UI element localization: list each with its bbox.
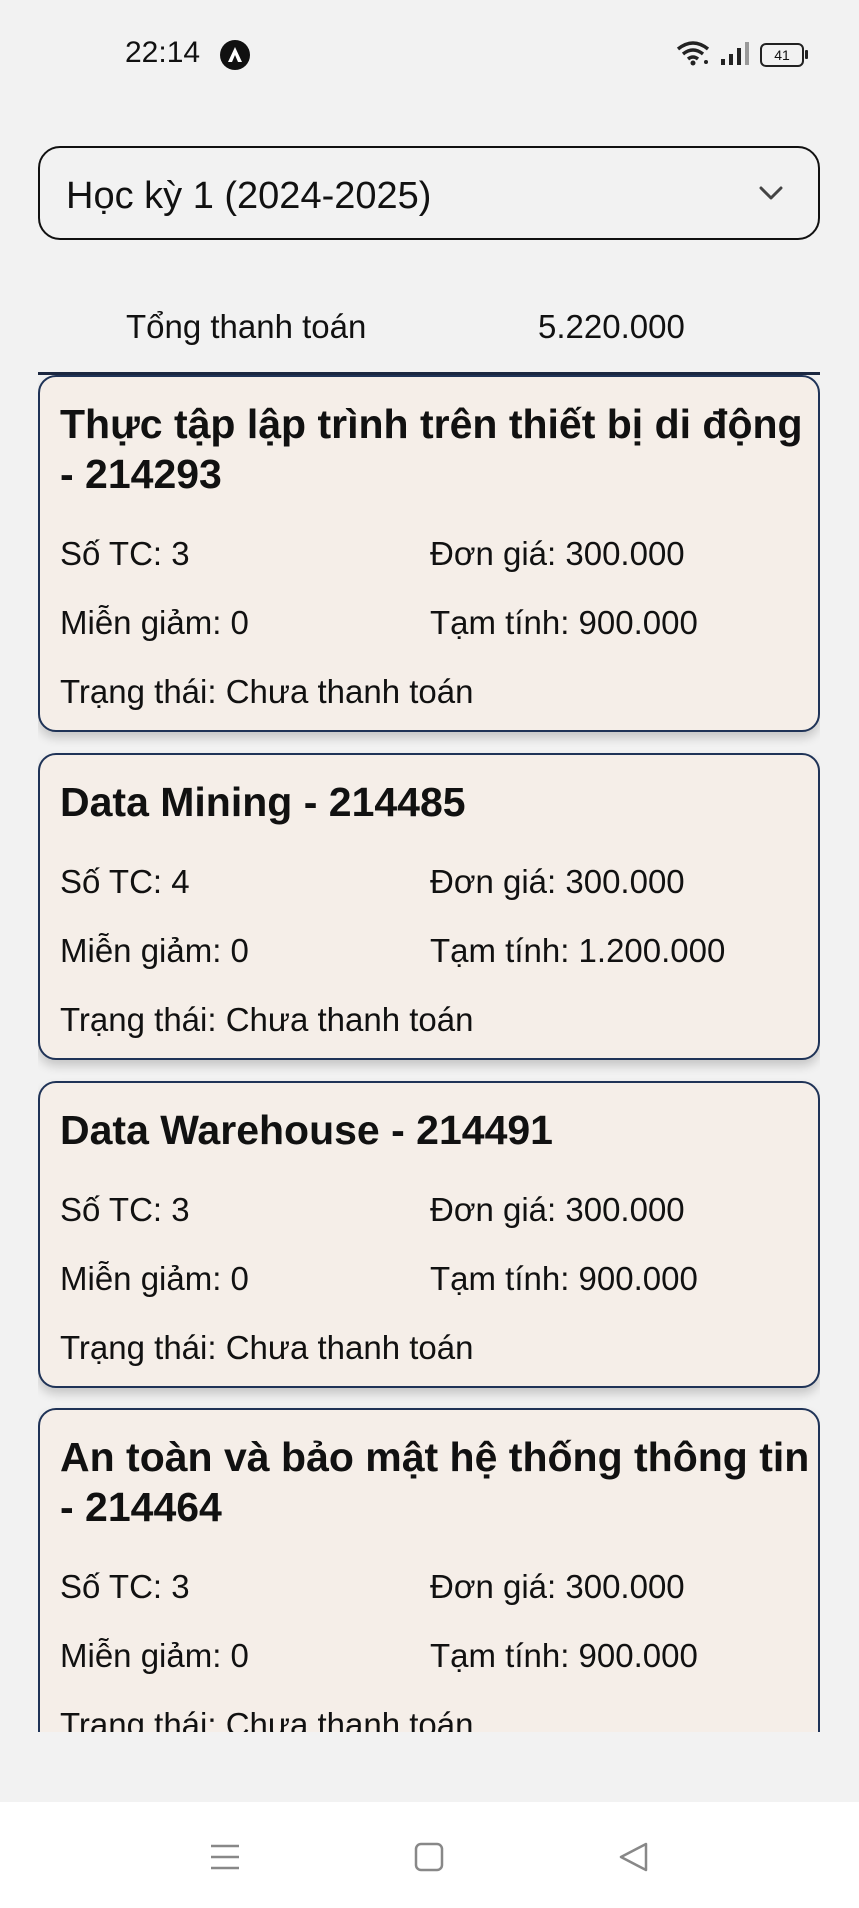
course-status: Trạng thái: Chưa thanh toán — [60, 1329, 474, 1366]
course-unit-price: Đơn giá: 300.000 — [430, 535, 685, 572]
course-unit-price: Đơn giá: 300.000 — [430, 1191, 685, 1228]
course-title: An toàn và bảo mật hệ thống thông tin - … — [60, 1434, 810, 1530]
course-card[interactable]: An toàn và bảo mật hệ thống thông tin - … — [38, 1408, 820, 1732]
course-subtotal: Tạm tính: 900.000 — [430, 1637, 698, 1674]
course-subtotal: Tạm tính: 1.200.000 — [430, 932, 726, 969]
course-list[interactable]: Thực tập lập trình trên thiết bị di động… — [38, 375, 820, 1732]
course-unit-price: Đơn giá: 300.000 — [430, 863, 685, 900]
signal-icon — [720, 40, 750, 71]
chevron-down-icon — [758, 180, 784, 211]
status-bar: 22:14 41 — [0, 0, 859, 110]
course-unit-price: Đơn giá: 300.000 — [430, 1568, 685, 1605]
total-payment-value: 5.220.000 — [538, 308, 685, 345]
course-discount: Miễn giảm: 0 — [60, 932, 249, 969]
course-status: Trạng thái: Chưa thanh toán — [60, 1001, 474, 1038]
total-payment-row: Tổng thanh toán 5.220.000 — [38, 300, 820, 375]
semester-select-value: Học kỳ 1 (2024-2025) — [66, 175, 432, 217]
battery-icon: 41 — [760, 43, 808, 67]
course-credits: Số TC: 3 — [60, 1191, 190, 1228]
course-card[interactable]: Data Warehouse - 214491 Số TC: 3 Đơn giá… — [38, 1081, 820, 1388]
status-time: 22:14 — [125, 36, 201, 69]
app-notification-icon — [220, 40, 250, 70]
course-status: Trạng thái: Chưa thanh toán — [60, 673, 474, 710]
course-discount: Miễn giảm: 0 — [60, 1260, 249, 1297]
semester-select[interactable]: Học kỳ 1 (2024-2025) — [38, 146, 820, 240]
course-subtotal: Tạm tính: 900.000 — [430, 604, 698, 641]
course-status: Trạng thái: Chưa thanh toán — [60, 1706, 474, 1732]
status-icons: 41 — [676, 40, 808, 71]
total-payment-label: Tổng thanh toán — [126, 308, 367, 345]
wifi-icon — [676, 40, 710, 71]
course-subtotal: Tạm tính: 900.000 — [430, 1260, 698, 1297]
home-square-icon[interactable] — [412, 1840, 446, 1879]
course-credits: Số TC: 3 — [60, 535, 190, 572]
course-credits: Số TC: 4 — [60, 863, 190, 900]
course-card[interactable]: Data Mining - 214485 Số TC: 4 Đơn giá: 3… — [38, 753, 820, 1060]
course-credits: Số TC: 3 — [60, 1568, 190, 1605]
course-title: Data Mining - 214485 — [60, 779, 466, 825]
system-nav-bar — [0, 1802, 859, 1908]
back-triangle-icon[interactable] — [616, 1840, 650, 1879]
menu-icon[interactable] — [208, 1840, 242, 1879]
course-discount: Miễn giảm: 0 — [60, 604, 249, 641]
course-title: Thực tập lập trình trên thiết bị di động… — [60, 401, 803, 497]
course-card[interactable]: Thực tập lập trình trên thiết bị di động… — [38, 375, 820, 732]
course-discount: Miễn giảm: 0 — [60, 1637, 249, 1674]
course-title: Data Warehouse - 214491 — [60, 1107, 553, 1153]
